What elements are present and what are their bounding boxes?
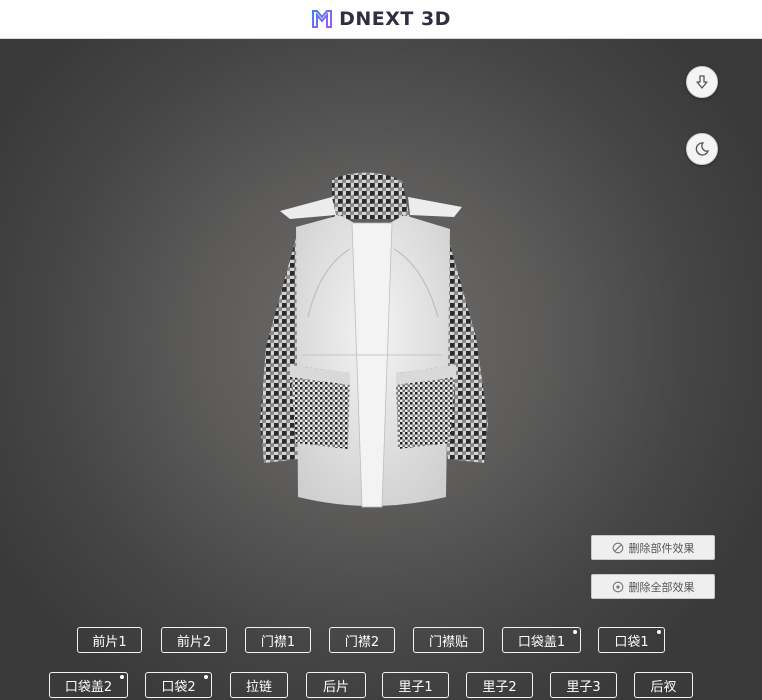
part-label: 口袋盖2 [64, 679, 113, 695]
part-button-pocket-flap-1[interactable]: 口袋盖1 [502, 627, 581, 653]
part-button-front-1[interactable]: 前片1 [77, 627, 142, 653]
part-button-placket-facing[interactable]: 门襟贴 [413, 627, 484, 653]
part-button-placket-2[interactable]: 门襟2 [329, 627, 395, 653]
part-label: 口袋1 [614, 634, 649, 650]
part-button-back[interactable]: 后片 [306, 672, 366, 698]
3d-coat-model[interactable] [250, 167, 495, 512]
part-button-pocket-2[interactable]: 口袋2 [145, 672, 212, 698]
part-label: 口袋2 [161, 679, 196, 695]
part-label: 门襟2 [344, 634, 380, 650]
part-button-lining-1[interactable]: 里子1 [382, 672, 449, 698]
part-label: 前片2 [176, 634, 212, 650]
part-label: 后衩 [650, 679, 677, 695]
modified-indicator-dot [120, 675, 124, 679]
part-button-pocket-flap-2[interactable]: 口袋盖2 [49, 672, 128, 698]
brand-logo[interactable]: DNEXT 3D [311, 8, 451, 30]
delete-part-effect-button[interactable]: 删除部件效果 [591, 535, 715, 560]
part-button-front-2[interactable]: 前片2 [161, 627, 227, 653]
brand-name: DNEXT 3D [339, 8, 451, 30]
part-label: 后片 [322, 679, 349, 695]
theme-toggle-button[interactable] [686, 133, 718, 165]
modified-indicator-dot [573, 630, 577, 634]
part-label: 里子1 [398, 679, 433, 695]
top-header: DNEXT 3D [0, 0, 762, 39]
part-label: 里子3 [566, 679, 601, 695]
part-button-placket-1[interactable]: 门襟1 [245, 627, 311, 653]
part-button-lining-3[interactable]: 里子3 [550, 672, 617, 698]
part-button-lining-2[interactable]: 里子2 [466, 672, 533, 698]
delete-all-effects-label: 删除全部效果 [628, 580, 695, 594]
part-label: 前片1 [92, 634, 127, 650]
modified-indicator-dot [204, 675, 208, 679]
arrow-down-icon [696, 75, 708, 89]
3d-viewer[interactable]: 删除部件效果 删除全部效果 前片1 前片2 门襟1 门襟2 门襟贴 口袋盖1 口… [0, 39, 762, 700]
delete-all-effects-button[interactable]: 删除全部效果 [591, 574, 715, 599]
moon-icon [695, 142, 710, 156]
delete-part-effect-label: 删除部件效果 [628, 541, 695, 555]
part-button-pocket-1[interactable]: 口袋1 [598, 627, 665, 653]
part-button-zipper[interactable]: 拉链 [230, 672, 288, 698]
download-button[interactable] [686, 66, 718, 98]
part-label: 拉链 [245, 679, 272, 695]
dnext-logo-icon [312, 10, 333, 28]
reset-icon [612, 581, 623, 592]
part-button-back-vent[interactable]: 后衩 [634, 672, 693, 698]
part-label: 口袋盖1 [517, 634, 566, 650]
prohibit-icon [612, 542, 623, 553]
modified-indicator-dot [657, 630, 661, 634]
part-label: 门襟1 [260, 634, 296, 650]
part-label: 里子2 [482, 679, 517, 695]
part-label: 门襟贴 [428, 634, 468, 650]
